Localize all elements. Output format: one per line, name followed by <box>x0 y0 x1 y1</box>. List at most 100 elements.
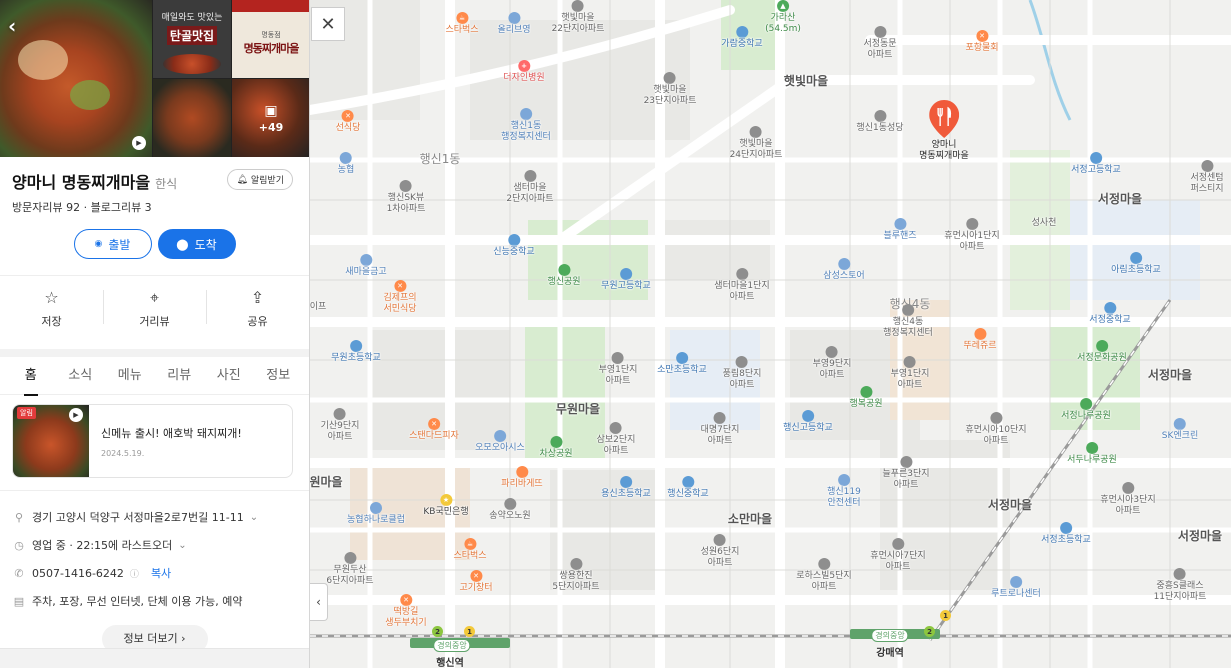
address-row[interactable]: ⚲ 경기 고양시 덕양구 서정마을2로7번길 11-11 ⌄ <box>12 503 297 531</box>
poi-jungheung-11[interactable]: 중흥S클래스 11단지아파트 <box>1154 568 1206 603</box>
poi-tous-les-jours[interactable]: 뚜레쥬르 <box>963 328 997 352</box>
route-start-button[interactable]: ◉ 출발 <box>73 229 152 259</box>
copy-button[interactable]: 복사 <box>151 565 171 581</box>
poi-lutreunaru[interactable]: 루트로나센터 <box>991 576 1041 600</box>
poi-seojeong-centum[interactable]: 서정센텀 퍼스티지 <box>1190 160 1224 195</box>
hours-row[interactable]: ◷ 영업 중 · 22:15에 라스트오더 ⌄ <box>12 531 297 559</box>
poi-dejain-hospital[interactable]: + 더자인병원 <box>503 60 545 84</box>
poi-soman-elem[interactable]: 소만초등학교 <box>657 352 707 376</box>
selected-place-marker[interactable]: 양마니 명동찌개마을 <box>919 100 969 162</box>
poi-olive-young[interactable]: 올리브영 <box>497 12 531 36</box>
news-card[interactable]: 알림 ▶ 신메뉴 출시! 애호박 돼지찌개! 2024.5.19. <box>12 404 293 478</box>
poi-nonghyup[interactable]: 농협 <box>338 152 354 176</box>
poi-fire-119[interactable]: 행신119 안전센터 <box>827 474 861 509</box>
poi-seojeong-middle[interactable]: 서정중학교 <box>1089 302 1131 326</box>
poi-haengsin-middle[interactable]: 행신중학교 <box>667 476 709 500</box>
poi-happy-park[interactable]: 행복공원 <box>849 386 883 410</box>
review-counts[interactable]: 방문자리뷰 92 · 블로그리뷰 3 <box>12 199 297 215</box>
poi-seongwon-6[interactable]: 성원6단지 아파트 <box>701 534 739 569</box>
station-gangmae[interactable]: 강매역 <box>876 644 904 659</box>
poi-nupeureun-3[interactable]: 늘푸른3단지 아파트 <box>882 456 930 491</box>
poi-ohmo-oasis[interactable]: 오모오아시스 <box>475 430 525 454</box>
tab-info[interactable]: 정보 <box>254 357 304 395</box>
photo-gallery[interactable]: ‹ ▶ 매일와도 맛있는 탄골맛집 명동점 명동찌개마을 ▣ +49 <box>0 0 309 157</box>
poi-saetteo-2[interactable]: 샘터마을 2단지아파트 <box>506 170 554 205</box>
poi-mowon-6[interactable]: 무원두산 6단지아파트 <box>326 552 374 587</box>
poi-songyak[interactable]: 송약오노원 <box>489 498 531 522</box>
poi-haetbit-22[interactable]: 햇빛마을 22단지아파트 <box>552 0 604 35</box>
share-button[interactable]: ⇪ 공유 <box>206 288 309 349</box>
poi-pohang[interactable]: ✕ 포항물회 <box>965 30 999 54</box>
poi-paris-baguette[interactable]: 파리바게뜨 <box>501 466 543 490</box>
poi-humansia-10[interactable]: 휴먼시아10단지 아파트 <box>965 412 1027 447</box>
poi-humansia-3[interactable]: 휴먼시아3단지 아파트 <box>1100 482 1156 517</box>
poi-saemaul[interactable]: 새마을금고 <box>345 254 387 278</box>
poi-haengsin1-church[interactable]: 행신1동성당 <box>856 110 904 134</box>
poi-ssangyong-5[interactable]: 쌍용한진 5단지아파트 <box>552 558 600 593</box>
poi-sinneung-middle[interactable]: 신능중학교 <box>493 234 535 258</box>
poi-haetbit-23[interactable]: 햇빛마을 23단지아파트 <box>644 72 696 107</box>
tab-photos[interactable]: 사진 <box>204 357 254 395</box>
photo-tile-3[interactable] <box>153 79 231 157</box>
poi-humansia-1[interactable]: 휴먼시아1단지 아파트 <box>944 218 1000 253</box>
poi-nonghyup-club[interactable]: 농협하나로클럽 <box>347 502 405 526</box>
route-destination-button[interactable]: ⬤ 도착 <box>157 229 236 259</box>
poi-haengsin-high[interactable]: 행신고등학교 <box>783 410 833 434</box>
poi-haetbit-24[interactable]: 햇빛마을 24단지아파트 <box>730 126 782 161</box>
poi-haengsin1-center[interactable]: 행신1동 행정복지센터 <box>501 108 551 143</box>
poi-kb-bank[interactable]: ★ KB국민은행 <box>423 494 469 518</box>
poi-samboo-2[interactable]: 삼보2단지 아파트 <box>597 422 635 457</box>
poi-garam-middle[interactable]: 가람중학교 <box>721 26 763 50</box>
poi-sk-enclean[interactable]: SK엔크린 <box>1162 418 1198 442</box>
back-arrow-icon[interactable]: ‹ <box>8 14 16 38</box>
poi-buyoung-9[interactable]: 부영9단지 아파트 <box>813 346 851 381</box>
poi-sk-view[interactable]: 행신SK뷰 1차아파트 <box>387 180 425 215</box>
poi-seojeong-high[interactable]: 서정고등학교 <box>1071 152 1121 176</box>
poi-starbucks-2[interactable]: ☕ 스타벅스 <box>453 538 487 562</box>
poi-seonsikdang[interactable]: ✕ 선식당 <box>336 110 360 134</box>
poi-garasan[interactable]: ▲ 가라산 (54.5m) <box>765 0 801 35</box>
poi-mowon-high[interactable]: 무원고등학교 <box>601 268 651 292</box>
poi-rohasville-5[interactable]: 로하스빌5단지 아파트 <box>796 558 852 593</box>
station-haengsin[interactable]: 행신역 <box>436 654 464 668</box>
poi-humansia-7[interactable]: 휴먼시아7단지 아파트 <box>870 538 926 573</box>
poi-starbucks[interactable]: ☕ 스타벅스 <box>445 12 479 36</box>
street-view-button[interactable]: ⌖ 거리뷰 <box>103 288 206 349</box>
photo-tile-2[interactable]: 명동점 명동찌개마을 <box>232 0 309 78</box>
poi-bluehands[interactable]: 블루핸즈 <box>883 218 917 242</box>
poi-buyoung-10[interactable]: 부영1단지 아파트 <box>891 356 929 391</box>
tab-menu[interactable]: 메뉴 <box>105 357 155 395</box>
poi-mowon-elem[interactable]: 무원초등학교 <box>331 340 381 364</box>
poi-ahrim-elem[interactable]: 아림초등학교 <box>1111 252 1161 276</box>
map-canvas[interactable]: 행신1동 행신4동 무원마을 소만마을 서정마을 서정마을 서정마을 서정마을 … <box>310 0 1231 668</box>
poi-kim-chef[interactable]: ✕ 김제프의 서민식당 <box>383 280 417 315</box>
poi-seojeong-munhwa[interactable]: 서정문화공원 <box>1077 340 1127 364</box>
poi-seojeong-elem[interactable]: 서정초등학교 <box>1041 522 1091 546</box>
poi-seojeong-naru[interactable]: 서정나루공원 <box>1061 398 1111 422</box>
photo-main[interactable]: ▶ <box>0 0 152 157</box>
collapse-panel-button[interactable]: ‹ <box>310 583 328 621</box>
save-button[interactable]: ☆ 저장 <box>0 288 103 349</box>
poi-seojeong-dongmun[interactable]: 서정동문 아파트 <box>863 26 897 61</box>
poi-pungrim-8[interactable]: 풍림8단지 아파트 <box>723 356 761 391</box>
poi-samsung-store[interactable]: 삼성스토어 <box>823 258 865 282</box>
notify-button[interactable]: 🔔︎ 알림받기 <box>227 169 293 190</box>
poi-buyoung-1[interactable]: 부영1단지 아파트 <box>599 352 637 387</box>
poi-yongsin-elem[interactable]: 용신초등학교 <box>601 476 651 500</box>
poi-daemyeong-7[interactable]: 대명7단지 아파트 <box>701 412 739 447</box>
poi-seodu-naru[interactable]: 서두나루공원 <box>1067 442 1117 466</box>
tab-news[interactable]: 소식 <box>56 357 106 395</box>
photo-tile-more[interactable]: ▣ +49 <box>232 79 309 157</box>
poi-gisan-9[interactable]: 기산9단지 아파트 <box>321 408 359 443</box>
poi-saetteo-1[interactable]: 샘터마을1단지 아파트 <box>714 268 770 303</box>
poi-standard-pizza[interactable]: ✕ 스탠다드피자 <box>409 418 459 442</box>
tab-home[interactable]: 홈 <box>6 357 56 395</box>
photo-tile-1[interactable]: 매일와도 맛있는 탄골맛집 <box>153 0 231 78</box>
poi-haengsin-park[interactable]: 행신공원 <box>547 264 581 288</box>
poi-gogi-changter[interactable]: ✕ 고기창터 <box>459 570 493 594</box>
poi-haengsin4-center[interactable]: 행신4동 행정복지센터 <box>883 304 933 339</box>
close-panel-button[interactable]: ✕ <box>311 7 345 41</box>
poi-chasang-park[interactable]: 차상공원 <box>539 436 573 460</box>
tab-reviews[interactable]: 리뷰 <box>155 357 205 395</box>
poi-tteokbang[interactable]: ✕ 떡방길 생두부치기 <box>385 594 427 629</box>
